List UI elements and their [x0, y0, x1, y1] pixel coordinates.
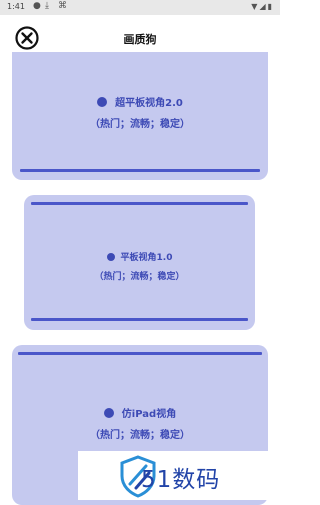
option-label-3: 仿iPad视角 （热门；流畅；稳定） [12, 405, 268, 441]
option-name: 平板视角1.0 [120, 253, 173, 263]
download-icon: ⤓ [45, 1, 49, 11]
option-label-2: 平板视角1.0 （热门；流畅；稳定） [24, 250, 255, 282]
system-icons: ▼◢▮ [251, 2, 274, 11]
bullet-icon [97, 96, 108, 107]
option-desc: （热门；流畅；稳定） [90, 119, 190, 130]
option-label-1: 超平板视角2.0 （热门；流畅；稳定） [12, 94, 268, 130]
status-bar: 1:41 ● ⤓ ⌘ ▼◢▮ [0, 0, 280, 15]
bullet-icon [106, 252, 115, 261]
card-divider [31, 318, 248, 321]
option-card-1[interactable]: 超平板视角2.0 （热门；流畅；稳定） [12, 52, 268, 180]
status-time: 1:41 [7, 2, 25, 11]
card-divider [20, 169, 260, 172]
battery-icon: ▮ [267, 2, 274, 11]
option-name: 超平板视角2.0 [115, 98, 183, 109]
signal-icon: ◢ [259, 2, 268, 11]
page-title: 画质狗 [123, 33, 157, 46]
card-divider [18, 352, 262, 355]
card-divider [31, 202, 248, 205]
option-card-2[interactable]: 平板视角1.0 （热门；流畅；稳定） [24, 195, 255, 330]
watermark-text: 51数码 [141, 467, 221, 493]
bullet-icon [103, 407, 114, 418]
app-icon: ⌘ [58, 1, 67, 11]
shield-icon: ● [33, 1, 41, 11]
option-desc: （热门；流畅；稳定） [90, 430, 190, 441]
option-name: 仿iPad视角 [121, 409, 177, 420]
watermark: 51数码 [78, 451, 280, 500]
option-desc: （热门；流畅；稳定） [94, 272, 185, 282]
